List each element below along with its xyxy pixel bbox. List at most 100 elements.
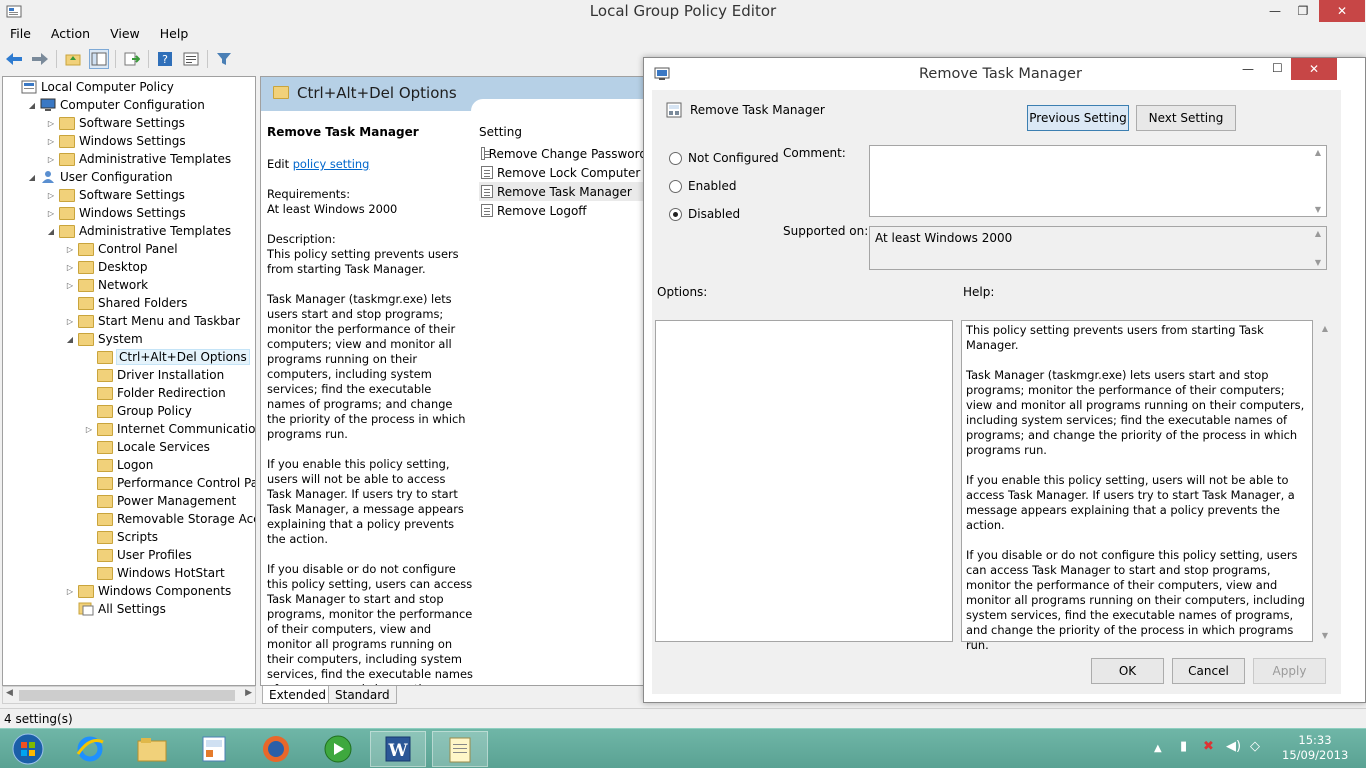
setting-column-header[interactable]: Setting — [479, 125, 522, 139]
forward-icon[interactable] — [30, 49, 50, 69]
tree-item[interactable]: Removable Storage Access — [83, 510, 255, 528]
menu-help[interactable]: Help — [150, 24, 199, 44]
notepad-icon[interactable] — [432, 731, 488, 767]
dialog-minimize-button[interactable]: — — [1242, 62, 1254, 76]
collapsed-arrow-icon[interactable]: ▷ — [45, 191, 57, 200]
tree-item[interactable]: ◢ Administrative Templates — [45, 222, 231, 240]
tree-item[interactable]: ▷ Windows Settings — [45, 132, 186, 150]
tree-item[interactable]: Logon — [83, 456, 153, 474]
tree-item[interactable]: ▷ Control Panel — [64, 240, 178, 258]
expanded-arrow-icon[interactable]: ◢ — [64, 335, 76, 344]
back-icon[interactable] — [4, 49, 24, 69]
tree-item[interactable]: Windows HotStart — [83, 564, 225, 582]
close-button[interactable]: ✕ — [1319, 0, 1365, 22]
tree-item[interactable]: ▷ Network — [64, 276, 148, 294]
tree-item[interactable]: Performance Control Panel — [83, 474, 255, 492]
tree-item[interactable]: ◢ User Configuration — [26, 168, 173, 186]
collapsed-arrow-icon[interactable]: ▷ — [64, 281, 76, 290]
tree-item[interactable]: Power Management — [83, 492, 236, 510]
policy-setting-link[interactable]: policy setting — [293, 157, 370, 171]
show-hide-tree-icon[interactable] — [89, 49, 109, 69]
properties-icon[interactable] — [181, 49, 201, 69]
tree-item[interactable]: ◢ System — [64, 330, 143, 348]
menu-action[interactable]: Action — [41, 24, 100, 44]
tree-item[interactable]: User Profiles — [83, 546, 192, 564]
supported-on-scrollbar[interactable]: ▲ ▼ — [1310, 227, 1326, 269]
up-folder-icon[interactable] — [63, 49, 83, 69]
internet-explorer-icon[interactable] — [62, 731, 118, 767]
setting-row[interactable]: Remove Logoff — [479, 201, 645, 220]
collapsed-arrow-icon[interactable]: ▷ — [64, 263, 76, 272]
file-explorer-icon[interactable] — [124, 731, 180, 767]
tree-item[interactable]: ▷ Windows Components — [64, 582, 231, 600]
dialog-maximize-button[interactable]: ☐ — [1272, 61, 1283, 75]
maximize-button[interactable]: ❐ — [1290, 0, 1316, 22]
setting-row[interactable]: Remove Change Password — [479, 144, 645, 163]
tree-item[interactable]: ▷ Start Menu and Taskbar — [64, 312, 240, 330]
help-icon[interactable]: ? — [155, 49, 175, 69]
cancel-button[interactable]: Cancel — [1172, 658, 1245, 684]
tree-item[interactable]: Shared Folders — [64, 294, 187, 312]
control-panel-icon[interactable] — [186, 731, 242, 767]
collapsed-arrow-icon[interactable]: ▷ — [64, 587, 76, 596]
filter-icon[interactable] — [214, 49, 234, 69]
comment-field[interactable]: ▲ ▼ — [869, 145, 1327, 217]
radio-disabled[interactable]: Disabled — [669, 207, 740, 221]
menu-file[interactable]: File — [0, 24, 41, 44]
collapsed-arrow-icon[interactable]: ▷ — [83, 425, 95, 434]
next-setting-button[interactable]: Next Setting — [1136, 105, 1236, 131]
tree-item[interactable]: ▷ Desktop — [64, 258, 148, 276]
tree-item[interactable]: All Settings — [64, 600, 166, 618]
dialog-close-button[interactable]: ✕ — [1291, 58, 1337, 80]
tree-item[interactable]: Folder Redirection — [83, 384, 226, 402]
help-scroll-down-icon[interactable]: ▼ — [1317, 631, 1333, 640]
radio-not-configured[interactable]: Not Configured — [669, 151, 779, 165]
help-scroll-up-icon[interactable]: ▲ — [1317, 324, 1333, 333]
clock[interactable]: 15:33 15/09/2013 — [1282, 733, 1348, 763]
radio-disabled-dot[interactable] — [669, 207, 682, 221]
collapsed-arrow-icon[interactable]: ▷ — [45, 209, 57, 218]
collapsed-arrow-icon[interactable]: ▷ — [45, 119, 57, 128]
tab-extended[interactable]: Extended — [262, 686, 333, 704]
tree-item[interactable]: Locale Services — [83, 438, 210, 456]
tree-item[interactable]: ▷ Software Settings — [45, 186, 185, 204]
tree-horizontal-scrollbar[interactable]: ◀ ▶ — [2, 686, 256, 704]
volume-icon[interactable]: ◀) — [1226, 739, 1241, 754]
firefox-icon[interactable] — [248, 731, 304, 767]
collapsed-arrow-icon[interactable]: ▷ — [64, 317, 76, 326]
tree-item[interactable]: Driver Installation — [83, 366, 224, 384]
tree-item[interactable]: Scripts — [83, 528, 158, 546]
setting-row[interactable]: Remove Lock Computer — [479, 163, 645, 182]
tree-item[interactable]: ◢ Computer Configuration — [26, 96, 205, 114]
help-scrollbar[interactable]: ▲ ▼ — [1317, 322, 1333, 642]
tree-item[interactable]: Local Computer Policy — [7, 78, 174, 96]
start-orb-icon[interactable] — [0, 731, 56, 767]
show-hidden-icons-icon[interactable]: ▲ — [1154, 743, 1162, 754]
apply-button[interactable]: Apply — [1253, 658, 1326, 684]
radio-enabled[interactable]: Enabled — [669, 179, 737, 193]
setting-row[interactable]: Remove Task Manager — [479, 182, 645, 201]
export-list-icon[interactable] — [122, 49, 142, 69]
expanded-arrow-icon[interactable]: ◢ — [45, 227, 57, 236]
comment-scrollbar[interactable]: ▲ ▼ — [1310, 146, 1326, 216]
expanded-arrow-icon[interactable]: ◢ — [26, 101, 38, 110]
network-icon[interactable]: ✖ — [1203, 739, 1214, 754]
radio-enabled-dot[interactable] — [669, 179, 682, 193]
dropbox-icon[interactable]: ◇ — [1250, 739, 1260, 754]
minimize-button[interactable]: — — [1262, 0, 1288, 22]
scroll-thumb[interactable] — [19, 690, 235, 701]
tree-item[interactable]: ▷ Software Settings — [45, 114, 185, 132]
word-icon[interactable]: W — [370, 731, 426, 767]
collapsed-arrow-icon[interactable]: ▷ — [45, 155, 57, 164]
tree-item[interactable]: ▷ Windows Settings — [45, 204, 186, 222]
scroll-left-icon[interactable]: ◀ — [6, 688, 13, 698]
collapsed-arrow-icon[interactable]: ▷ — [64, 245, 76, 254]
scroll-right-icon[interactable]: ▶ — [245, 688, 252, 698]
media-center-icon[interactable] — [310, 731, 366, 767]
expanded-arrow-icon[interactable]: ◢ — [26, 173, 38, 182]
tree-item[interactable]: ▷ Administrative Templates — [45, 150, 231, 168]
tree-item[interactable]: Group Policy — [83, 402, 192, 420]
battery-icon[interactable]: ▮ — [1180, 739, 1187, 754]
tab-standard[interactable]: Standard — [328, 686, 397, 704]
collapsed-arrow-icon[interactable]: ▷ — [45, 137, 57, 146]
